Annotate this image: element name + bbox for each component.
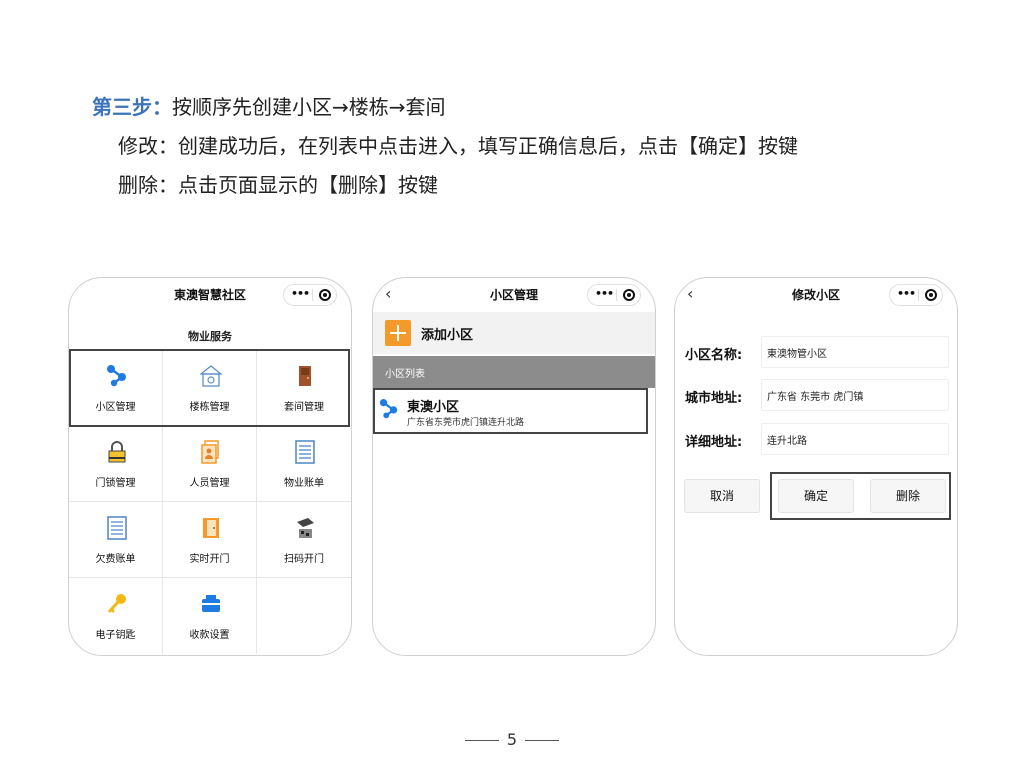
step-text: 按顺序先创建小区→楼栋→套间 xyxy=(172,95,446,119)
close-target-icon[interactable] xyxy=(623,289,635,301)
tile-lock-management[interactable]: 门锁管理 xyxy=(69,426,163,502)
more-icon[interactable]: ••• xyxy=(291,287,310,300)
community-name-input[interactable]: 東澳物管小区 xyxy=(761,336,949,368)
nav-header: 東澳智慧社区 ••• xyxy=(69,278,351,308)
qr-scan-icon xyxy=(297,518,314,538)
page-number-value: 5 xyxy=(506,730,518,749)
capsule-divider xyxy=(918,289,919,301)
bill-icon xyxy=(295,440,315,464)
list-header-label: 小区列表 xyxy=(385,369,425,380)
tile-electronic-key[interactable]: 电子钥匙 xyxy=(69,578,163,654)
tile-property-bill[interactable]: 物业账单 xyxy=(257,426,351,502)
highlight-box-list-item xyxy=(373,388,648,434)
tile-arrears-bill[interactable]: 欠费账单 xyxy=(69,502,163,578)
tile-label: 收款设置 xyxy=(189,630,230,641)
detail-address-input[interactable]: 连升北路 xyxy=(761,423,949,455)
person-doc-icon xyxy=(201,440,219,464)
city-address-picker[interactable]: 广东省 东莞市 虎门镇 xyxy=(761,379,949,411)
step-label: 第三步： xyxy=(92,95,172,119)
tile-scan-open[interactable]: 扫码开门 xyxy=(257,502,351,578)
page-number-line-left xyxy=(464,740,499,741)
tile-personnel-management[interactable]: 人员管理 xyxy=(163,426,257,502)
tile-label: 实时开门 xyxy=(189,554,230,565)
tile-label: 人员管理 xyxy=(189,478,230,489)
highlight-box-tiles xyxy=(69,349,350,427)
step-line: 第三步：按顺序先创建小区→楼栋→套间 xyxy=(92,94,446,120)
list-header: 小区列表 xyxy=(373,356,655,388)
tile-label: 物业账单 xyxy=(284,478,324,489)
plus-icon xyxy=(385,320,411,346)
key-icon xyxy=(107,594,126,614)
community-name-label: 小区名称: xyxy=(685,348,743,363)
lock-icon xyxy=(108,441,126,463)
page-number-line-right xyxy=(525,740,560,741)
close-target-icon[interactable] xyxy=(925,289,937,301)
cancel-button[interactable]: 取消 xyxy=(684,479,760,513)
tile-payment-settings[interactable]: 收款设置 xyxy=(163,578,257,654)
nav-header: ‹ 小区管理 ••• xyxy=(373,278,655,308)
capsule-divider xyxy=(312,289,313,301)
tile-realtime-open[interactable]: 实时开门 xyxy=(163,502,257,578)
mini-program-capsule: ••• xyxy=(587,284,641,306)
page-number: 5 xyxy=(0,730,1024,749)
delete-instruction: 删除：点击页面显示的【删除】按键 xyxy=(118,173,438,197)
phone-home-screen: 東澳智慧社区 ••• 物业服务 小区管理 楼栋管理 套间管理 门锁管理 人员管理… xyxy=(68,277,352,656)
modify-instruction: 修改：创建成功后，在列表中点击进入，填写正确信息后，点击【确定】按键 xyxy=(118,134,798,158)
tile-label: 欠费账单 xyxy=(95,554,136,565)
mini-program-capsule: ••• xyxy=(889,284,943,306)
highlight-box-buttons xyxy=(770,472,951,520)
tile-label: 电子钥匙 xyxy=(95,630,136,641)
city-address-value: 广东省 东莞市 虎门镇 xyxy=(767,392,864,403)
capsule-divider xyxy=(616,289,617,301)
phone-edit-community: ‹ 修改小区 ••• 小区名称: 東澳物管小区 城市地址: 广东省 东莞市 虎门… xyxy=(674,277,958,656)
tile-label: 门锁管理 xyxy=(95,478,136,489)
add-label: 添加小区 xyxy=(421,328,474,343)
more-icon[interactable]: ••• xyxy=(595,287,614,300)
detail-address-label: 详细地址: xyxy=(685,435,743,450)
city-address-label: 城市地址: xyxy=(685,391,743,406)
add-community-button[interactable]: 添加小区 xyxy=(373,312,655,354)
detail-address-value: 连升北路 xyxy=(767,436,807,447)
tile-label: 扫码开门 xyxy=(284,554,324,565)
bill-icon xyxy=(107,516,127,540)
phone-community-list: ‹ 小区管理 ••• 添加小区 小区列表 東澳小区 广东省东莞市虎门镇连升北路 xyxy=(372,277,656,656)
section-title: 物业服务 xyxy=(188,330,232,343)
payment-icon xyxy=(202,595,220,612)
mini-program-capsule: ••• xyxy=(283,284,337,306)
nav-header: ‹ 修改小区 ••• xyxy=(675,278,957,308)
open-door-icon xyxy=(203,518,219,538)
close-target-icon[interactable] xyxy=(319,289,331,301)
more-icon[interactable]: ••• xyxy=(897,287,916,300)
community-name-value: 東澳物管小区 xyxy=(767,349,827,360)
